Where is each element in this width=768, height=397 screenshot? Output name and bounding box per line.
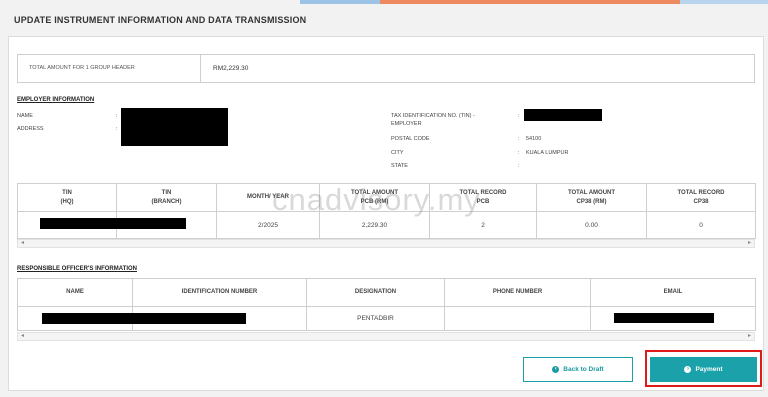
scroll-left-arrow-icon[interactable]: ◂ [21,333,24,340]
group-header-label: TOTAL AMOUNT FOR 1 GROUP HEADER [18,55,201,82]
employer-address-label: ADDRESS [17,126,44,132]
postal-code-colon: : [518,136,520,142]
cell-phone-number [444,306,591,331]
group-header-summary: TOTAL AMOUNT FOR 1 GROUP HEADER RM2,229.… [17,54,755,83]
tin-employer-label: TAX IDENTIFICATION NO. (TIN) - EMPLOYER [391,113,475,127]
col-email: EMAIL [590,278,756,307]
col-officer-name: NAME [17,278,133,307]
scroll-left-arrow-icon[interactable]: ◂ [21,240,24,247]
state-colon: : [518,163,520,169]
cell-designation: PENTADBIR [306,306,445,331]
col-identification-number: IDENTIFICATION NUMBER [132,278,307,307]
back-to-draft-button[interactable]: ‹ Back to Draft [523,357,633,382]
accent-segment-lightblue [680,0,768,4]
cell-total-amount-cp38: 0.00 [536,211,647,239]
tin-employer-colon: : [518,113,520,119]
accent-segment-blue [300,0,380,4]
col-total-record-cp38: TOTAL RECORD CP38 [646,183,756,212]
back-circle-icon: ‹ [552,366,560,373]
city-value: KUALA LUMPUR [526,150,569,156]
group-header-value: RM2,229.30 [213,65,249,72]
summary-horizontal-scrollbar[interactable]: ◂ ▸ [17,239,755,248]
redacted-officer-email [614,313,714,323]
city-colon: : [518,150,520,156]
col-tin-hq: TIN (HQ) [17,183,117,212]
top-accent-bar [0,0,768,4]
scroll-right-arrow-icon[interactable]: ▸ [748,240,751,247]
col-total-amount-cp38: TOTAL AMOUNT CP38 (RM) [536,183,647,212]
payment-highlight-box [645,350,762,387]
redacted-tin-row [40,218,186,229]
col-phone-number: PHONE NUMBER [444,278,591,307]
city-label: CITY [391,150,404,156]
employer-address-colon: : [116,126,118,132]
postal-code-label: POSTAL CODE [391,136,430,142]
scroll-right-arrow-icon[interactable]: ▸ [748,333,751,340]
accent-segment-orange [380,0,680,4]
watermark-text: cnadvisory.my [272,182,481,217]
postal-code-value: 54100 [526,136,542,142]
state-label: STATE [391,163,408,169]
col-designation: DESIGNATION [306,278,445,307]
officer-horizontal-scrollbar[interactable]: ◂ ▸ [17,332,755,341]
cell-total-record-cp38: 0 [646,211,756,239]
page-title: UPDATE INSTRUMENT INFORMATION AND DATA T… [14,15,307,25]
back-to-draft-label: Back to Draft [563,366,604,373]
redacted-officer-name-id [42,313,246,324]
employer-name-colon: : [116,113,118,119]
officer-info-heading: RESPONSIBLE OFFICER'S INFORMATION [17,266,137,272]
employer-info-heading: EMPLOYER INFORMATION [17,97,95,103]
officer-header-row: NAME IDENTIFICATION NUMBER DESIGNATION P… [17,278,756,307]
redacted-name-address [121,108,228,146]
col-tin-branch: TIN (BRANCH) [116,183,217,212]
employer-name-label: NAME [17,113,33,119]
redacted-tin-employer [524,109,602,121]
